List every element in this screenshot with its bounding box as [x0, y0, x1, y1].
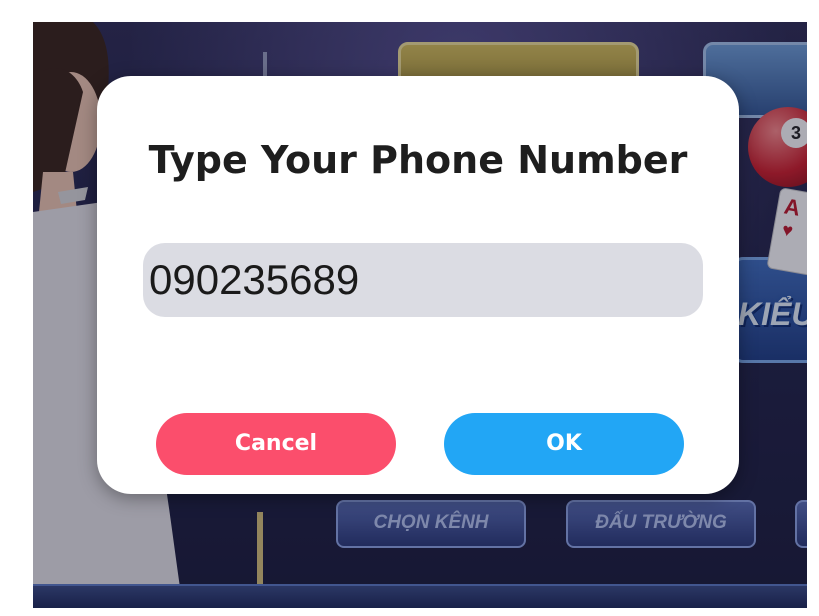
dialog-title: Type Your Phone Number [148, 138, 688, 182]
cancel-button[interactable]: Cancel [156, 413, 396, 475]
ok-button[interactable]: OK [444, 413, 684, 475]
phone-number-input[interactable] [143, 243, 703, 317]
phone-number-dialog: Type Your Phone Number Cancel OK [97, 76, 739, 494]
